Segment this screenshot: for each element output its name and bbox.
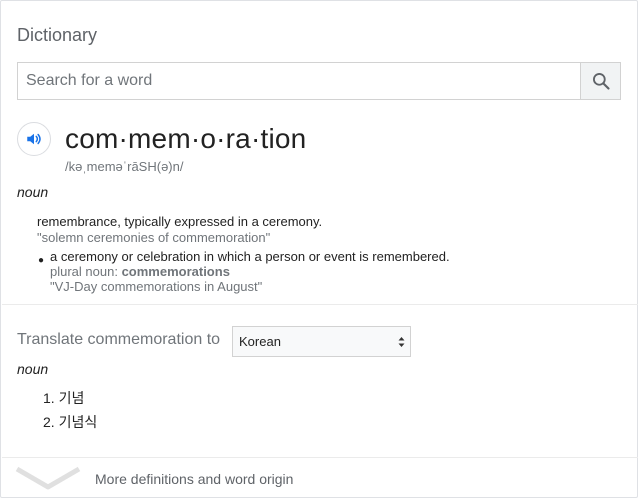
headword: com·mem·o·ra·tion <box>65 123 307 154</box>
search-icon <box>592 73 610 90</box>
plural-value: commemorations <box>121 264 230 279</box>
example-2: "VJ-Day commemorations in August" <box>50 279 263 294</box>
chevron-down-icon <box>15 466 81 490</box>
more-definitions-link[interactable]: More definitions and word origin <box>15 465 315 493</box>
dictionary-card: Dictionary com·mem·o·ra·tion /kəˌmeməˈrā… <box>0 0 638 498</box>
card-title: Dictionary <box>17 25 98 45</box>
phonetic-transcription: /kəˌmeməˈrāSH(ə)n/ <box>65 159 184 174</box>
speaker-icon <box>27 133 41 145</box>
search-button[interactable] <box>580 63 620 99</box>
footer-divider <box>2 457 638 458</box>
bullet-marker: ● <box>38 255 45 266</box>
plural-form: plural noun: commemorations <box>50 264 230 279</box>
search-box[interactable] <box>17 62 621 100</box>
section-divider <box>2 304 638 305</box>
plural-label: plural noun: <box>50 264 122 279</box>
definition-1: remembrance, typically expressed in a ce… <box>37 214 323 229</box>
translate-label: Translate commemoration to <box>17 331 221 348</box>
search-input[interactable] <box>18 63 578 99</box>
translation-part-of-speech: noun <box>17 361 49 377</box>
more-definitions-label: More definitions and word origin <box>95 471 294 487</box>
part-of-speech: noun <box>17 184 49 200</box>
example-1: "solemn ceremonies of commemoration" <box>37 230 271 245</box>
pronunciation-button[interactable] <box>17 122 51 156</box>
translation-item: 2. 기념식 <box>43 414 98 430</box>
definition-2: a ceremony or celebration in which a per… <box>50 249 450 264</box>
select-arrows-icon <box>398 337 405 347</box>
selected-language: Korean <box>239 334 281 349</box>
language-select[interactable]: Korean <box>232 326 411 357</box>
translation-item: 1. 기념 <box>43 390 85 406</box>
